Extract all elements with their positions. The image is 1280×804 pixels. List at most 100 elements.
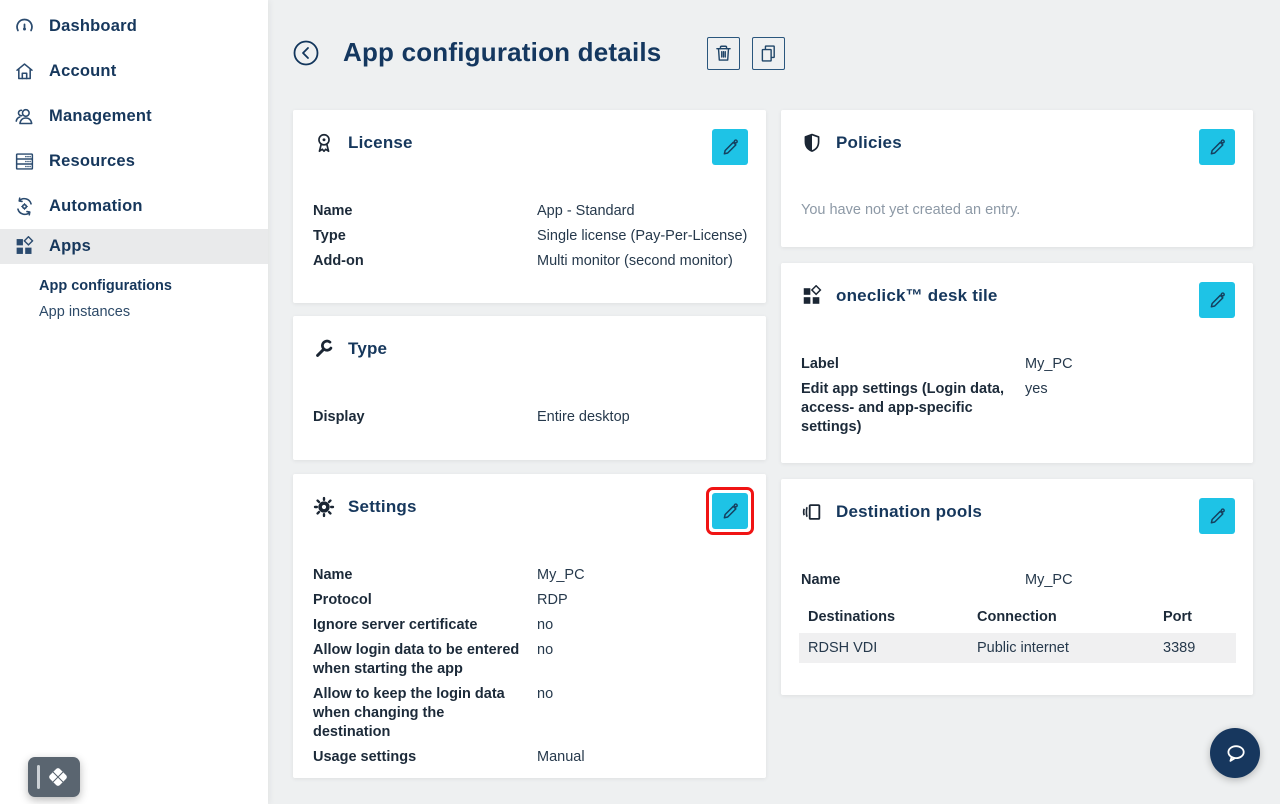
- desk-tile-card: oneclick™ desk tile Label My_PC Edit app…: [781, 263, 1253, 463]
- row-label: Name: [801, 571, 1025, 590]
- sidebar-item-label: Dashboard: [49, 17, 137, 36]
- sidebar-item-dashboard[interactable]: Dashboard: [0, 4, 268, 49]
- row-label: Name: [313, 566, 537, 585]
- detail-row: Add-on Multi monitor (second monitor): [313, 252, 748, 271]
- sidebar-item-resources[interactable]: Resources: [0, 139, 268, 184]
- trash-icon: [713, 43, 734, 64]
- gauge-icon: [14, 16, 35, 37]
- sidebar-subitem-app-instances[interactable]: App instances: [39, 299, 268, 325]
- row-label: Allow to keep the login data when changi…: [313, 685, 537, 742]
- award-icon: [313, 132, 335, 154]
- destination-pools-card: Destination pools Name My_PC Destination…: [781, 479, 1253, 695]
- sidebar-item-automation[interactable]: Automation: [0, 184, 268, 229]
- sidebar-item-label: Automation: [49, 197, 143, 216]
- row-value: Manual: [537, 748, 585, 767]
- column-header-connection: Connection: [968, 609, 1154, 625]
- row-label: Type: [313, 227, 537, 246]
- row-value: Entire desktop: [537, 408, 630, 427]
- row-value: no: [537, 641, 553, 679]
- card-title: oneclick™ desk tile: [836, 286, 998, 306]
- gear-icon: [313, 496, 335, 518]
- page-title: App configuration details: [343, 37, 661, 68]
- copy-icon: [758, 43, 779, 64]
- apps-icon: [14, 236, 35, 257]
- policies-card: Policies You have not yet created an ent…: [781, 110, 1253, 247]
- settings-edit-button[interactable]: [712, 493, 748, 529]
- settings-card: Settings Name My_PC Protocol RDP Ignore …: [293, 474, 766, 778]
- row-label: Add-on: [313, 252, 537, 271]
- apps-icon: [801, 285, 823, 307]
- duplicate-button[interactable]: [752, 37, 785, 70]
- row-label: Allow login data to be entered when star…: [313, 641, 537, 679]
- detail-row: Ignore server certificate no: [313, 616, 748, 635]
- sidebar-item-account[interactable]: Account: [0, 49, 268, 94]
- license-edit-button[interactable]: [712, 129, 748, 165]
- destinations-table: Destinations Connection Port RDSH VDI Pu…: [799, 601, 1236, 663]
- cell-destinations: RDSH VDI: [799, 640, 968, 656]
- row-value: App - Standard: [537, 202, 635, 221]
- empty-state-text: You have not yet created an entry.: [801, 202, 1020, 218]
- card-title: Policies: [836, 133, 902, 153]
- row-label: Name: [313, 202, 537, 221]
- sidebar-item-label: Apps: [49, 237, 91, 256]
- detail-row: Allow to keep the login data when changi…: [313, 685, 748, 742]
- pencil-icon: [1207, 137, 1228, 158]
- destination-pools-edit-button[interactable]: [1199, 498, 1235, 534]
- diamond-tile-icon: [45, 764, 71, 790]
- apps-subnav: App configurations App instances: [0, 264, 268, 325]
- card-title: Type: [348, 339, 387, 359]
- policies-edit-button[interactable]: [1199, 129, 1235, 165]
- row-value: Single license (Pay-Per-License): [537, 227, 747, 246]
- table-header-row: Destinations Connection Port: [799, 601, 1236, 633]
- sidebar-item-management[interactable]: Management: [0, 94, 268, 139]
- chat-bubble-icon: [1222, 740, 1249, 767]
- desk-tile-edit-button[interactable]: [1199, 282, 1235, 318]
- type-card: Type Display Entire desktop: [293, 316, 766, 460]
- table-row[interactable]: RDSH VDI Public internet 3389: [799, 633, 1236, 663]
- row-value: RDP: [537, 591, 568, 610]
- detail-row: Name My_PC: [801, 571, 1235, 590]
- sidebar-item-apps[interactable]: Apps: [0, 229, 268, 264]
- sync-gear-icon: [14, 196, 35, 217]
- row-value: no: [537, 616, 553, 635]
- users-icon: [14, 106, 35, 127]
- sidebar-item-label: Management: [49, 107, 152, 126]
- shield-icon: [801, 132, 823, 154]
- row-value: no: [537, 685, 553, 742]
- detail-row: Allow login data to be entered when star…: [313, 641, 748, 679]
- cell-port: 3389: [1154, 640, 1236, 656]
- server-icon: [14, 151, 35, 172]
- detail-row: Name My_PC: [313, 566, 748, 585]
- sidebar-item-label: Resources: [49, 152, 135, 171]
- column-header-port: Port: [1154, 609, 1236, 625]
- license-card: License Name App - Standard Type Single …: [293, 110, 766, 303]
- pencil-icon: [720, 137, 741, 158]
- row-label: Protocol: [313, 591, 537, 610]
- delete-button[interactable]: [707, 37, 740, 70]
- card-title: License: [348, 133, 413, 153]
- row-value: My_PC: [1025, 355, 1073, 374]
- chat-support-button[interactable]: [1210, 728, 1260, 778]
- wrench-icon: [313, 338, 335, 360]
- detail-row: Edit app settings (Login data, access- a…: [801, 380, 1235, 437]
- row-label: Edit app settings (Login data, access- a…: [801, 380, 1025, 437]
- detail-row: Label My_PC: [801, 355, 1235, 374]
- sidebar-subitem-app-configurations[interactable]: App configurations: [39, 273, 268, 299]
- row-value: My_PC: [1025, 571, 1073, 590]
- home-icon: [14, 61, 35, 82]
- detail-row: Display Entire desktop: [313, 408, 748, 427]
- screens-stack-icon: [801, 501, 823, 523]
- sidebar: Dashboard Account Management Resources: [0, 0, 268, 804]
- row-label: Display: [313, 408, 537, 427]
- detail-row: Name App - Standard: [313, 202, 748, 221]
- row-value: Multi monitor (second monitor): [537, 252, 733, 271]
- row-label: Ignore server certificate: [313, 616, 537, 635]
- back-button[interactable]: [292, 39, 320, 67]
- widget-toggle-button[interactable]: [28, 757, 80, 797]
- chevron-left-circle-icon: [292, 39, 320, 67]
- detail-row: Protocol RDP: [313, 591, 748, 610]
- detail-row: Type Single license (Pay-Per-License): [313, 227, 748, 246]
- column-header-destinations: Destinations: [799, 609, 968, 625]
- detail-row: Usage settings Manual: [313, 748, 748, 767]
- card-title: Settings: [348, 497, 417, 517]
